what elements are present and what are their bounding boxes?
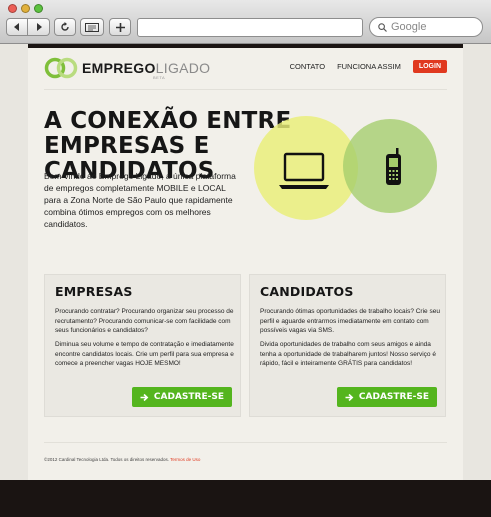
card-empresas: EMPRESAS Procurando contratar? Procurand… [44, 274, 241, 417]
logo-wordmark: EMPREGOLIGADO [82, 60, 210, 76]
header-divider [44, 89, 447, 90]
card-paragraph-1: Procurando ótimas oportunidades de traba… [260, 308, 440, 334]
zoom-window-button[interactable] [34, 4, 43, 13]
card-paragraph-2: Diminua seu volume e tempo de contrataçã… [55, 341, 234, 367]
mobile-phone-icon [386, 148, 401, 185]
reader-button[interactable] [80, 18, 104, 36]
forward-button[interactable] [28, 18, 50, 36]
cta-label: CADASTRE-SE [358, 392, 429, 402]
close-window-button[interactable] [8, 4, 17, 13]
audience-cards: EMPRESAS Procurando contratar? Procurand… [44, 274, 446, 417]
address-bar[interactable] [137, 18, 363, 37]
search-placeholder: Google [391, 21, 427, 33]
back-button[interactable] [6, 18, 28, 36]
card-title: EMPRESAS [55, 284, 133, 299]
window-controls [8, 4, 43, 13]
history-nav [6, 18, 50, 36]
arrow-right-icon [140, 393, 149, 401]
arrow-right-icon [345, 393, 354, 401]
reload-button[interactable] [54, 18, 76, 36]
top-navigation: CONTATO FUNCIONA ASSIM LOGIN [290, 60, 447, 73]
cta-label: CADASTRE-SE [153, 392, 224, 402]
card-paragraph-2: Divida oportunidades de trabalho com seu… [260, 341, 436, 367]
cadastre-se-candidatos-button[interactable]: CADASTRE-SE [336, 387, 437, 407]
search-icon [378, 22, 387, 32]
minimize-window-button[interactable] [21, 4, 30, 13]
page-left-margin [0, 44, 28, 480]
page-content: EMPREGOLIGADO BETA CONTATO FUNCIONA ASSI… [28, 48, 463, 480]
browser-toolbar: Google [0, 0, 491, 44]
nav-contato[interactable]: CONTATO [290, 62, 325, 71]
laptop-icon [279, 152, 329, 189]
beta-tag: BETA [153, 75, 166, 80]
copyright-text: ©2012 Cardinal Tecnologia Ltda. Todos os… [44, 457, 169, 462]
logo-part-ligado: LIGADO [155, 60, 211, 76]
logo-part-emprego: EMPREGO [82, 60, 156, 76]
reload-icon [61, 22, 69, 31]
cadastre-se-empresas-button[interactable]: CADASTRE-SE [131, 387, 232, 407]
login-button[interactable]: LOGIN [412, 60, 447, 73]
card-paragraph-1: Procurando contratar? Procurando organiz… [55, 308, 234, 334]
terms-link[interactable]: Termos de Uso [170, 457, 200, 462]
hero-intro: Bem-vindo ao Emprego Ligado, a única pla… [44, 171, 236, 229]
web-page: EMPREGOLIGADO BETA CONTATO FUNCIONA ASSI… [0, 44, 491, 517]
card-candidatos: CANDIDATOS Procurando ótimas oportunidad… [249, 274, 446, 417]
page-right-margin [463, 44, 491, 480]
logo-rings-icon [44, 57, 78, 79]
site-logo[interactable]: EMPREGOLIGADO [44, 57, 210, 79]
footer: ©2012 Cardinal Tecnologia Ltda. Todos os… [44, 457, 200, 462]
plus-icon [115, 22, 125, 32]
nav-funciona-assim[interactable]: FUNCIONA ASSIM [337, 62, 401, 71]
forward-arrow-icon [36, 23, 42, 31]
search-field[interactable]: Google [369, 17, 483, 37]
card-title: CANDIDATOS [260, 284, 354, 299]
add-tab-button[interactable] [109, 18, 131, 36]
back-arrow-icon [14, 23, 19, 31]
reader-icon [85, 22, 99, 32]
footer-divider [44, 442, 447, 443]
